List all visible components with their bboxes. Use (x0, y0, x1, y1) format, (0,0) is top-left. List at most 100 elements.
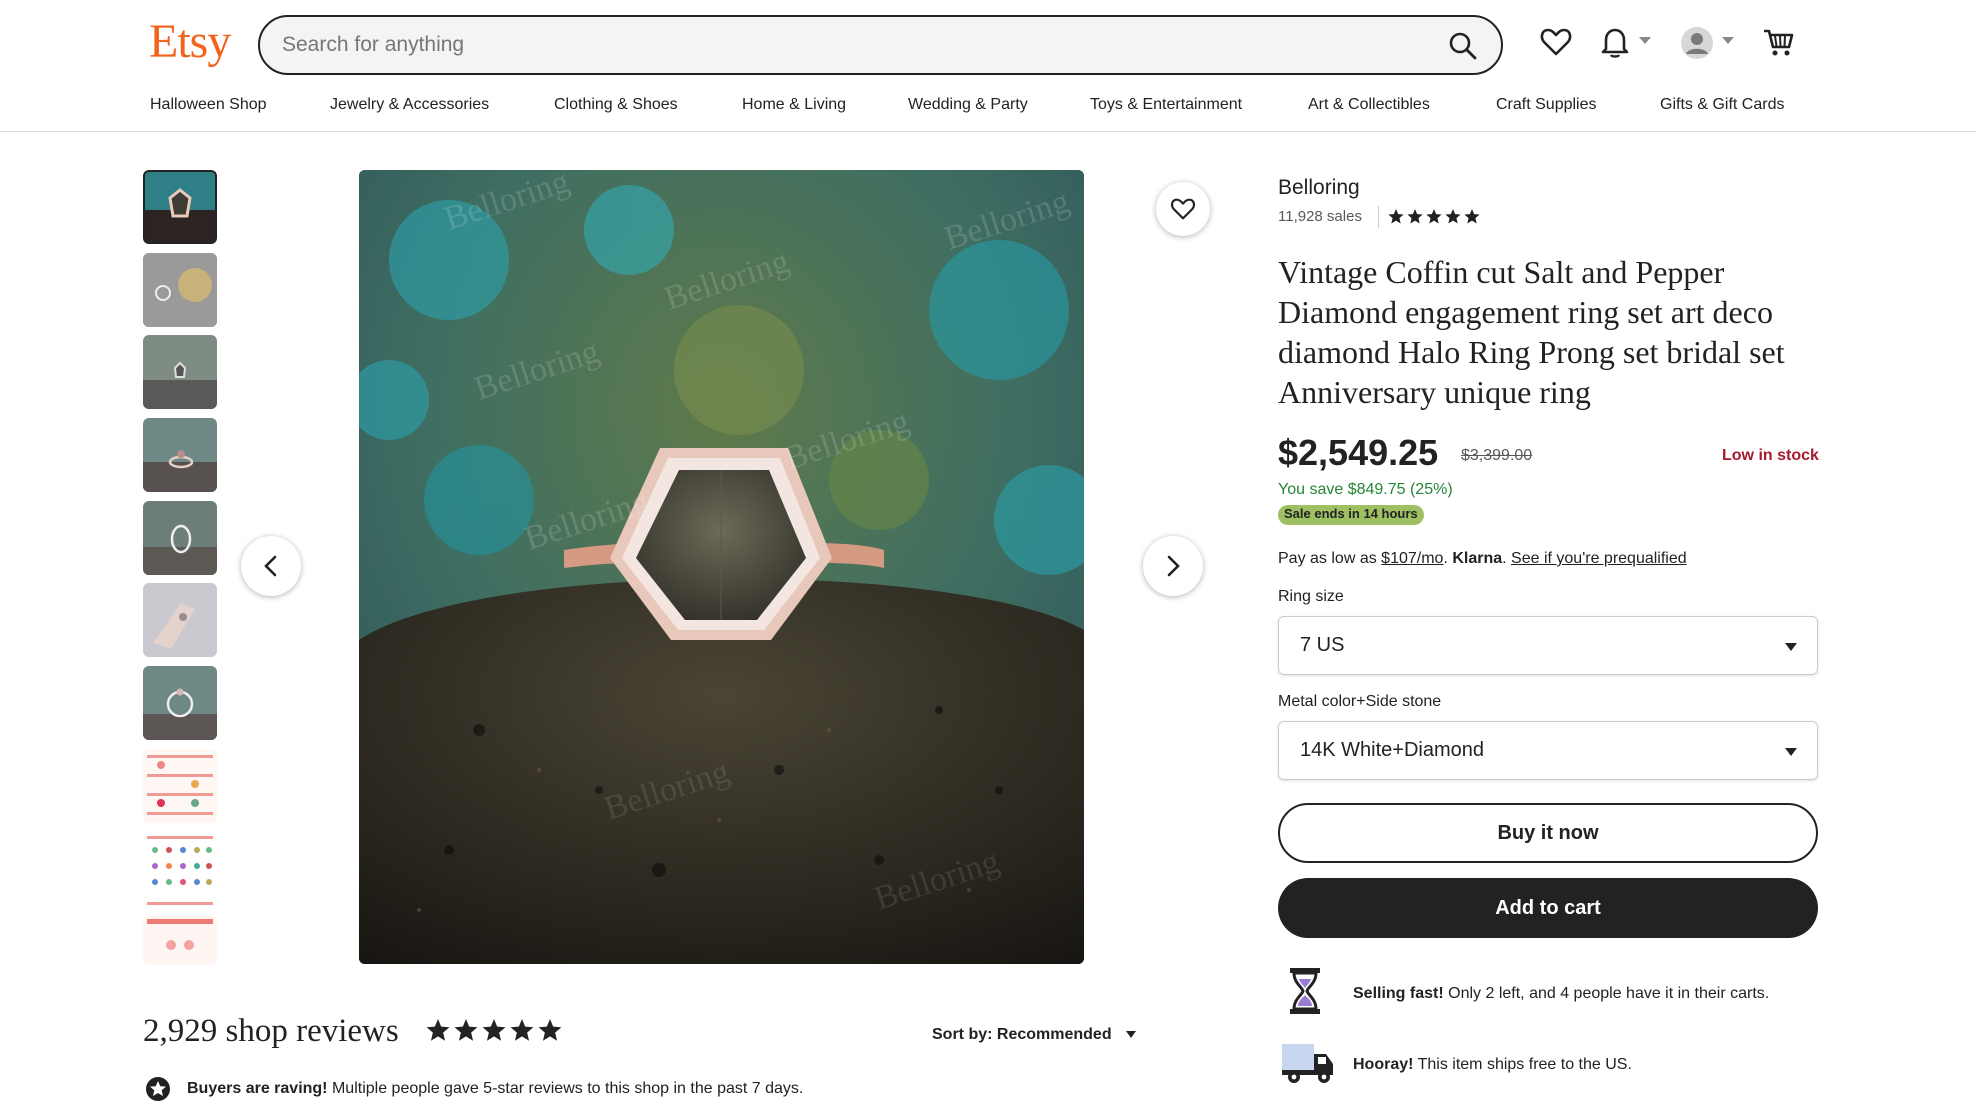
search-input[interactable] (282, 29, 1382, 61)
thumbnail-3[interactable] (143, 335, 217, 409)
caret-down-icon (1785, 643, 1797, 651)
thumbnail-9[interactable] (143, 832, 217, 906)
shipping-bold: Hooray! (1353, 1056, 1414, 1073)
savings-text: You save $849.75 (25%) (1278, 481, 1453, 498)
thumbnail-coin-image (143, 253, 217, 327)
metal-color-label: Metal color+Side stone (1278, 693, 1442, 710)
sort-label: Sort by: Recommended (932, 1026, 1112, 1043)
avatar-icon[interactable] (1680, 26, 1714, 60)
klarna-period: . (1502, 550, 1507, 567)
shipping-truck-icon (1282, 1044, 1333, 1083)
category-link[interactable]: Art & Collectibles (1308, 96, 1430, 114)
star-icon (482, 1019, 506, 1041)
star-icon (538, 1019, 561, 1041)
thumbnail-infographic-image (143, 915, 217, 965)
sort-caret-icon (1126, 1031, 1137, 1039)
category-nav: Halloween Shop Jewelry & Accessories Clo… (0, 90, 1976, 132)
shop-name-link[interactable]: Belloring (1278, 176, 1360, 200)
prequalify-link[interactable]: See if you're prequalified (1511, 550, 1687, 567)
thumbnail-7[interactable] (143, 666, 217, 740)
thumbnail-infographic-image (143, 749, 217, 823)
favorites-heart-icon[interactable] (1538, 24, 1574, 60)
star-icon (454, 1019, 478, 1041)
star-icon (1464, 209, 1480, 224)
notifications-bell-icon[interactable] (1597, 24, 1633, 60)
account-caret-icon[interactable] (1722, 37, 1734, 44)
star-icon (426, 1019, 450, 1041)
category-link[interactable]: Jewelry & Accessories (330, 96, 489, 114)
ring-size-select[interactable]: 7 US (1278, 616, 1818, 675)
main-product-image[interactable]: Belloring Belloring Belloring Belloring … (359, 170, 1084, 964)
category-link[interactable]: Halloween Shop (150, 96, 267, 114)
category-link[interactable]: Home & Living (742, 96, 846, 114)
shipping-text: This item ships free to the US. (1417, 1056, 1632, 1073)
star-icon (1407, 209, 1423, 224)
selling-fast-notice: Selling fast! Only 2 left, and 4 people … (1353, 985, 1769, 1003)
notifications-caret-icon[interactable] (1639, 37, 1651, 44)
klarna-prefix: Pay as low as (1278, 550, 1377, 567)
original-price: $3,399.00 (1461, 447, 1533, 464)
buy-it-now-button[interactable]: Buy it now (1278, 803, 1818, 863)
caret-down-icon (1785, 748, 1797, 756)
sales-count: 11,928 sales (1278, 208, 1362, 225)
thumbnail-1[interactable] (143, 170, 217, 244)
previous-image-button[interactable] (241, 536, 301, 596)
metal-color-value: 14K White+Diamond (1300, 739, 1484, 761)
favorite-button[interactable] (1156, 182, 1210, 236)
divider (1378, 206, 1379, 228)
sale-ends-badge: Sale ends in 14 hours (1278, 505, 1424, 525)
cart-icon[interactable] (1761, 24, 1797, 60)
free-shipping-notice: Hooray! This item ships free to the US. (1353, 1056, 1632, 1074)
category-link[interactable]: Gifts & Gift Cards (1660, 96, 1784, 114)
add-to-cart-button[interactable]: Add to cart (1278, 878, 1818, 938)
category-link[interactable]: Toys & Entertainment (1090, 96, 1242, 114)
thumbnail-ring-image (143, 335, 217, 409)
klarna-financing: Pay as low as $107/mo. Klarna. See if yo… (1278, 550, 1687, 568)
chevron-right-icon (1167, 555, 1180, 577)
ring-size-label: Ring size (1278, 588, 1344, 605)
ring-photo: Belloring Belloring Belloring Belloring … (359, 170, 1084, 964)
next-image-button[interactable] (1143, 536, 1203, 596)
thumbnail-10[interactable] (143, 915, 217, 965)
thumbnail-colors-image (143, 832, 217, 906)
raving-text: Multiple people gave 5-star reviews to t… (331, 1080, 804, 1097)
category-link[interactable]: Clothing & Shoes (554, 96, 678, 114)
etsy-logo[interactable]: Etsy (149, 14, 231, 69)
star-icon (1445, 209, 1461, 224)
sort-reviews-dropdown[interactable]: Sort by: Recommended (932, 1026, 1137, 1044)
star-icon (1426, 209, 1442, 224)
thumbnail-6[interactable] (143, 583, 217, 657)
metal-color-select[interactable]: 14K White+Diamond (1278, 721, 1818, 780)
thumbnail-8[interactable] (143, 749, 217, 823)
category-link[interactable]: Craft Supplies (1496, 96, 1597, 114)
klarna-logo: Klarna (1452, 550, 1503, 567)
hourglass-icon (1290, 968, 1320, 1014)
listing-title: Vintage Coffin cut Salt and Pepper Diamo… (1278, 254, 1785, 410)
star-icon (510, 1019, 534, 1041)
thumbnail-4[interactable] (143, 418, 217, 492)
thumbnail-ring-image (143, 666, 217, 740)
thumbnail-ring-image (143, 418, 217, 492)
raving-bold: Buyers are raving! (187, 1080, 328, 1097)
site-header: Etsy (0, 0, 1976, 90)
star-badge-icon (146, 1077, 170, 1101)
thumbnail-ring-image (145, 172, 215, 242)
heart-icon (1170, 198, 1196, 220)
chevron-left-icon (264, 555, 277, 577)
search-icon[interactable] (1447, 30, 1479, 62)
star-icon (1388, 209, 1404, 224)
search-bar (258, 15, 1503, 75)
selling-fast-bold: Selling fast! (1353, 985, 1444, 1002)
reviews-star-rating (426, 1019, 561, 1041)
thumbnail-2[interactable] (143, 253, 217, 327)
thumbnail-ring-image (143, 501, 217, 575)
category-link[interactable]: Wedding & Party (908, 96, 1028, 114)
ring-size-value: 7 US (1300, 634, 1345, 656)
thumbnail-hand-image (143, 583, 217, 657)
shop-reviews-title: 2,929 shop reviews (143, 1013, 399, 1049)
klarna-amount-link[interactable]: $107/mo (1381, 550, 1443, 567)
klarna-period: . (1443, 550, 1448, 567)
buyers-raving-notice: Buyers are raving! Multiple people gave … (145, 1077, 804, 1101)
sale-price: $2,549.25 (1278, 432, 1439, 473)
thumbnail-5[interactable] (143, 501, 217, 575)
